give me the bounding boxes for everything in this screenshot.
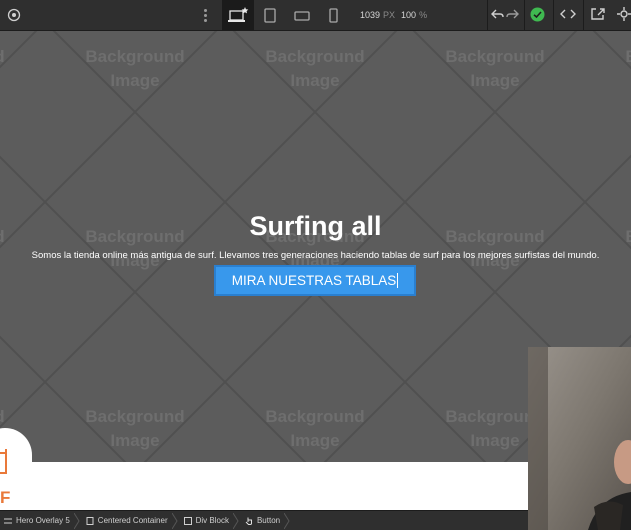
cta-button[interactable]: MIRA NUESTRAS TABLAS [214, 265, 416, 296]
breadcrumb-item-centered-container[interactable]: Centered Container [82, 511, 180, 530]
hero-heading[interactable]: Surfing all [0, 211, 631, 242]
zoom-unit: % [419, 10, 428, 20]
redo-icon[interactable] [505, 7, 519, 26]
cta-button-label[interactable]: MIRA NUESTRAS TABLAS [232, 273, 397, 288]
background-placeholder-label: Background [0, 407, 5, 426]
undo-icon[interactable] [491, 7, 505, 26]
breadcrumb-item-div-block[interactable]: Div Block [180, 511, 241, 530]
hero-paragraph[interactable]: Somos la tienda online más antigua de su… [0, 250, 631, 261]
webcam-overlay [528, 347, 631, 530]
mobile-portrait-icon[interactable] [318, 0, 350, 31]
background-placeholder-label: Image [290, 431, 339, 450]
canvas-width-value[interactable]: 1039 [360, 10, 380, 20]
more-vertical-icon[interactable] [200, 6, 210, 24]
chevron-right-icon [73, 512, 80, 529]
designer-toolbar: 1039 PX 100% [0, 0, 631, 31]
breadcrumb-label: Centered Container [97, 516, 168, 525]
code-icon[interactable] [560, 7, 576, 26]
background-placeholder-label: Image [290, 71, 339, 90]
export-icon[interactable] [590, 7, 606, 26]
check-circle-icon[interactable] [530, 7, 545, 27]
background-placeholder-label: Background [85, 407, 184, 426]
breadcrumb-label: Hero Overlay 5 [16, 516, 70, 525]
background-placeholder-label: Image [110, 71, 159, 90]
breadcrumb-label: Button [256, 516, 281, 525]
zoom-value[interactable]: 100 [401, 10, 416, 20]
chevron-right-icon [232, 512, 239, 529]
background-placeholder-label: Image [110, 431, 159, 450]
breadcrumb-item-hero-overlay[interactable]: Hero Overlay 5 [0, 511, 82, 530]
mobile-landscape-icon[interactable] [286, 0, 318, 31]
background-placeholder-label: Image [470, 431, 519, 450]
background-placeholder-label: Background [265, 47, 364, 66]
logo-letter: F [0, 488, 11, 507]
breadcrumb-item-button[interactable]: Button [241, 511, 292, 530]
tablet-icon[interactable] [254, 0, 286, 31]
hand-pointer-icon [245, 517, 252, 525]
eye-icon[interactable] [6, 8, 22, 22]
background-placeholder-label: Background [445, 47, 544, 66]
background-placeholder-label: Background [0, 47, 5, 66]
background-placeholder-label: Background [625, 47, 631, 66]
gear-icon[interactable] [617, 7, 631, 26]
container-icon [86, 516, 94, 525]
text-caret [397, 273, 399, 288]
canvas-size-readout[interactable]: 1039 PX 100% [360, 10, 433, 20]
chevron-right-icon [284, 512, 290, 529]
logo-icon [0, 449, 7, 474]
desktop-base-icon[interactable] [222, 0, 254, 31]
chevron-right-icon [171, 512, 178, 529]
breadcrumb-label: Div Block [195, 516, 229, 525]
background-placeholder-label: Background [85, 47, 184, 66]
div-block-icon [183, 516, 192, 525]
background-placeholder-label: Background [265, 407, 364, 426]
section-icon [4, 518, 12, 523]
width-unit: PX [383, 10, 396, 20]
background-placeholder-label: Image [470, 71, 519, 90]
